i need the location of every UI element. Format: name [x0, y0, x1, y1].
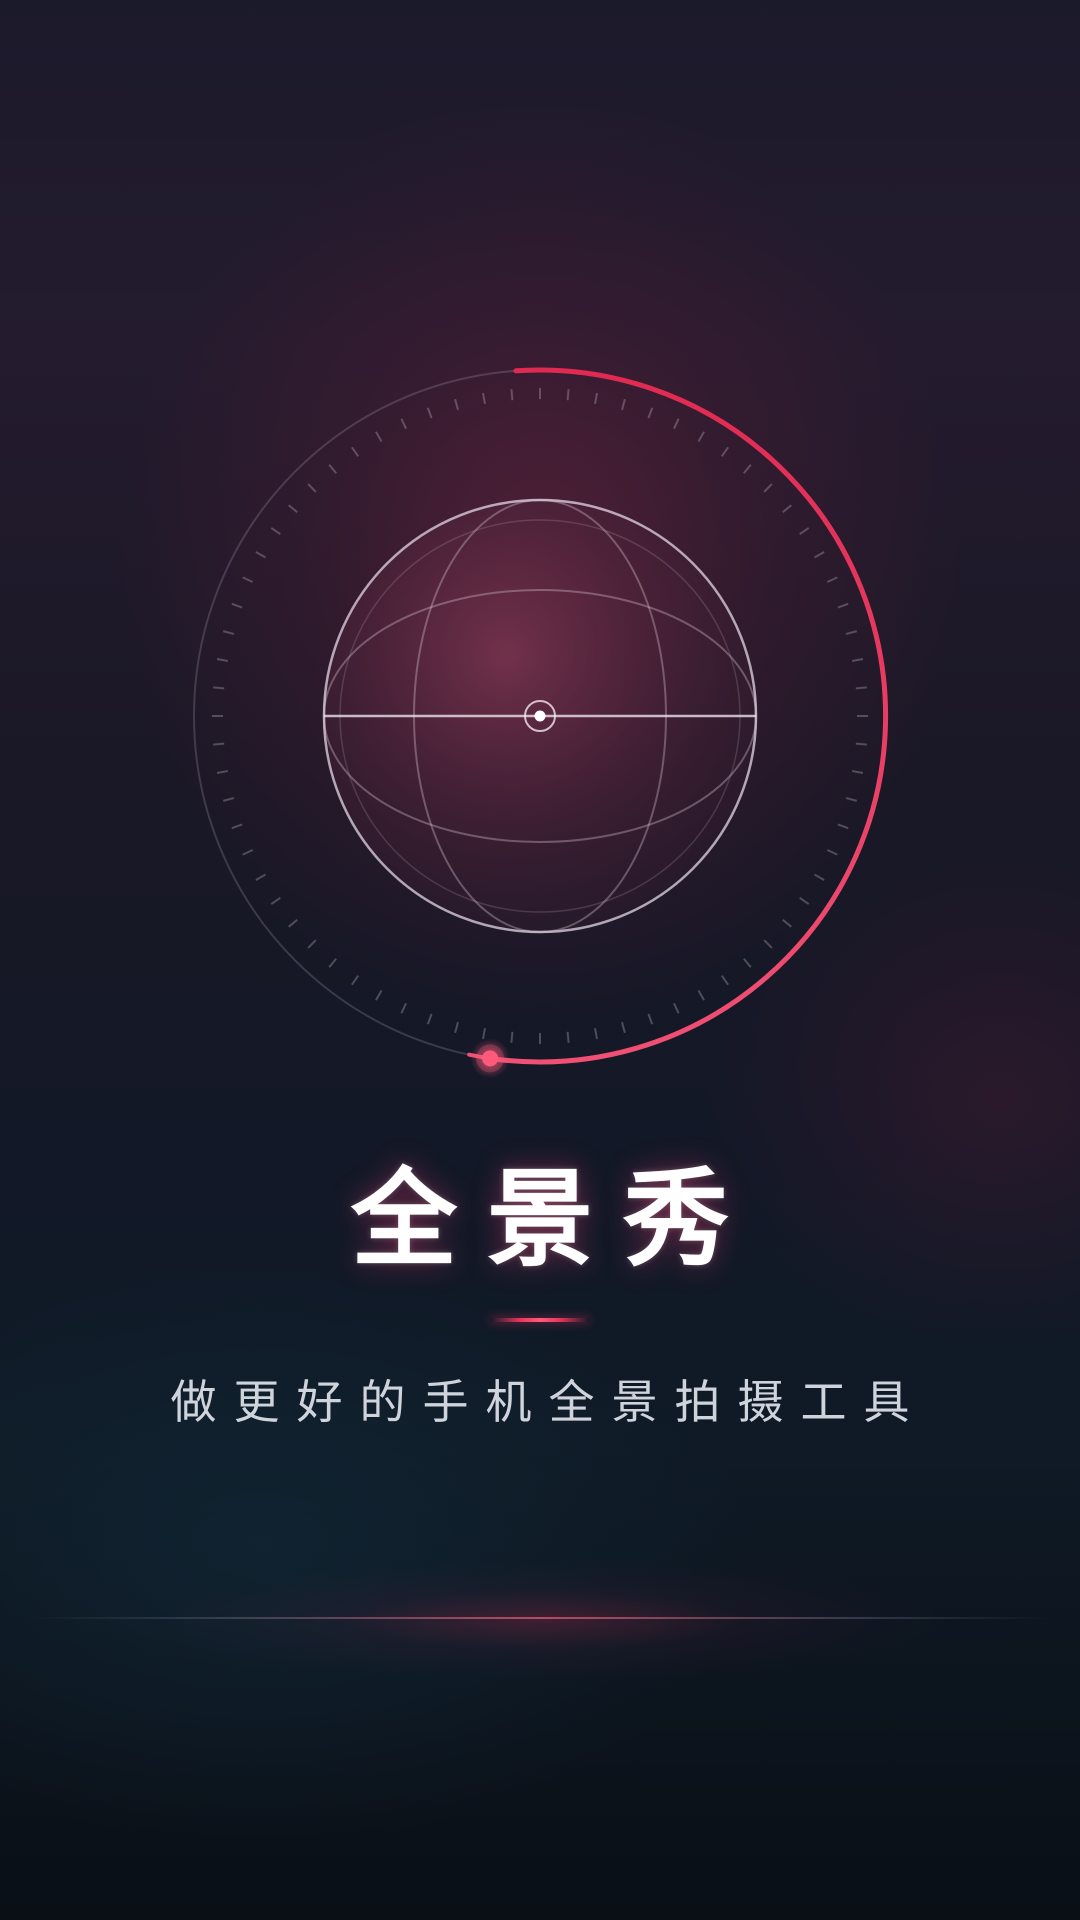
dial-tick	[837, 602, 849, 609]
dial-tick	[255, 551, 266, 559]
dial-tick	[351, 446, 360, 457]
dial-tick	[375, 990, 383, 1001]
dial-tick	[222, 797, 235, 802]
dial-tick	[328, 464, 337, 474]
dial-tick	[763, 483, 773, 493]
dial-tick	[216, 658, 228, 662]
horizon-line	[30, 1617, 1050, 1619]
dial-tick	[216, 770, 228, 774]
dial-tick	[454, 1021, 459, 1034]
dial-tick	[697, 431, 705, 442]
dial-tick	[231, 823, 243, 830]
dial-tick	[375, 431, 383, 442]
dial-tick	[231, 602, 243, 609]
dial-tick	[482, 1028, 486, 1040]
dial-tick	[594, 392, 598, 404]
dial-tick	[799, 527, 810, 536]
dial-tick	[288, 919, 298, 928]
dial-tick	[647, 407, 654, 419]
dial-tick	[242, 576, 254, 583]
dial-tick	[270, 527, 281, 536]
dial-tick	[621, 398, 626, 411]
dial-tick	[697, 990, 705, 1001]
dial-tick	[855, 686, 867, 690]
dial-tick	[288, 504, 298, 513]
dial-tick	[621, 1021, 626, 1034]
dial-tick	[743, 464, 752, 474]
dial-tick	[351, 975, 360, 986]
dial-tick	[647, 1013, 654, 1025]
dial-tick	[852, 770, 864, 774]
dial-tick	[594, 1028, 598, 1040]
dial-tick	[852, 658, 864, 662]
dial-tick	[270, 896, 281, 905]
dial-tick	[826, 576, 838, 583]
dial-tick	[814, 873, 825, 881]
title-underline	[490, 1318, 590, 1322]
dial-tick	[720, 975, 729, 986]
dial-tick	[782, 919, 792, 928]
dial-tick	[510, 1031, 514, 1043]
dial-tick	[307, 483, 317, 493]
dial-tick	[307, 939, 317, 949]
app-title: 全景秀	[351, 1158, 759, 1281]
dial-tick	[763, 939, 773, 949]
dial-tick	[426, 407, 433, 419]
horizon-glow	[140, 1560, 940, 1680]
progress-handle-icon	[470, 1038, 511, 1079]
dial-tick	[782, 504, 792, 513]
dial-tick	[855, 742, 867, 746]
dial-tick	[213, 686, 225, 690]
dial-tick	[510, 389, 514, 401]
dial-tick	[242, 849, 254, 856]
dial-tick	[743, 958, 752, 968]
dial-tick	[400, 418, 407, 430]
dial-tick	[720, 446, 729, 457]
dial-tick	[799, 896, 810, 905]
dial-tick	[213, 742, 225, 746]
app-tagline: 做更好的手机全景拍摄工具	[170, 1375, 927, 1429]
dial-tick	[328, 958, 337, 968]
dial-tick	[845, 797, 858, 802]
dial-tick	[426, 1013, 433, 1025]
dial-tick	[673, 1002, 680, 1014]
dial-tick	[845, 630, 858, 635]
dial-tick	[482, 392, 486, 404]
dial-tick	[814, 551, 825, 559]
dial-tick	[673, 418, 680, 430]
dial-tick	[566, 1031, 570, 1043]
splash-screen: 全景秀 做更好的手机全景拍摄工具	[0, 0, 1080, 1920]
dial-tick	[400, 1002, 407, 1014]
dial-tick	[837, 823, 849, 830]
dial-tick	[826, 849, 838, 856]
dial-tick	[566, 389, 570, 401]
dial-tick	[222, 630, 235, 635]
dial-tick	[454, 398, 459, 411]
dial-tick	[255, 873, 266, 881]
panorama-dial-graphic	[193, 367, 889, 1079]
